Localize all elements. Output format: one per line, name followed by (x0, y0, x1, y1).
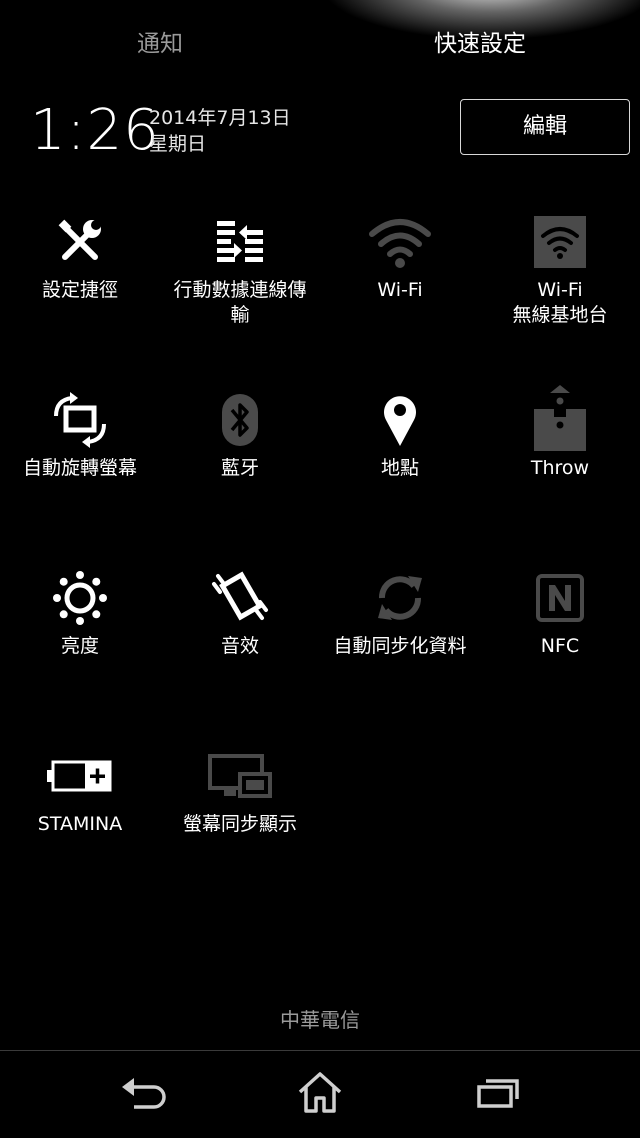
back-icon (120, 1075, 166, 1113)
tile-label: Wi-Fi (377, 279, 423, 301)
weekday-text: 星期日 (149, 133, 207, 155)
wifi-hotspot-icon (525, 212, 595, 272)
tile-label: 設定捷徑 (41, 279, 118, 301)
back-button[interactable] (113, 1069, 173, 1119)
tile-label: 亮度 (60, 635, 99, 657)
navigation-bar (0, 1051, 640, 1138)
bluetooth-icon (205, 390, 275, 450)
tile-label: 螢幕同步顯示 (182, 813, 297, 835)
tile-label: NFC (540, 635, 580, 657)
wifi-icon (365, 212, 435, 272)
tile-label: 自動同步化資料 (333, 635, 467, 657)
recent-apps-icon (476, 1075, 520, 1113)
date-text: 2014年7月13日 (149, 107, 291, 129)
home-button[interactable] (290, 1069, 350, 1119)
location-icon (365, 390, 435, 450)
tab-quick-settings[interactable]: 快速設定 (320, 22, 640, 66)
nfc-icon (525, 568, 595, 628)
tab-notifications[interactable]: 通知 (0, 22, 320, 66)
mobile-data-icon (205, 212, 275, 272)
tile-label: STAMINA (37, 813, 123, 835)
clock-time: 1:26 (30, 98, 160, 163)
tile-label: 自動旋轉螢幕 (22, 457, 137, 479)
carrier-name: 中華電信 (280, 1008, 360, 1032)
screen-mirroring-icon (205, 746, 275, 806)
settings-tools-icon (45, 212, 115, 272)
edit-button[interactable]: 編輯 (460, 99, 630, 155)
auto-rotate-icon (45, 390, 115, 450)
tile-label: Wi-Fi 無線基地台 (512, 279, 608, 326)
tile-label: 行動數據連線傳 輸 (173, 279, 307, 326)
stamina-battery-icon (45, 746, 115, 806)
home-icon (296, 1070, 344, 1118)
tile-label: 地點 (380, 457, 419, 479)
vibrate-icon (205, 568, 275, 628)
throw-icon (525, 385, 595, 451)
tile-label: 藍牙 (220, 457, 259, 479)
panel-tabs: 通知 快速設定 (0, 22, 640, 66)
sync-icon (365, 568, 435, 628)
tile-label: 音效 (220, 635, 259, 657)
tile-label: Throw (530, 457, 590, 479)
brightness-icon (45, 568, 115, 628)
recent-apps-button[interactable] (468, 1069, 528, 1119)
